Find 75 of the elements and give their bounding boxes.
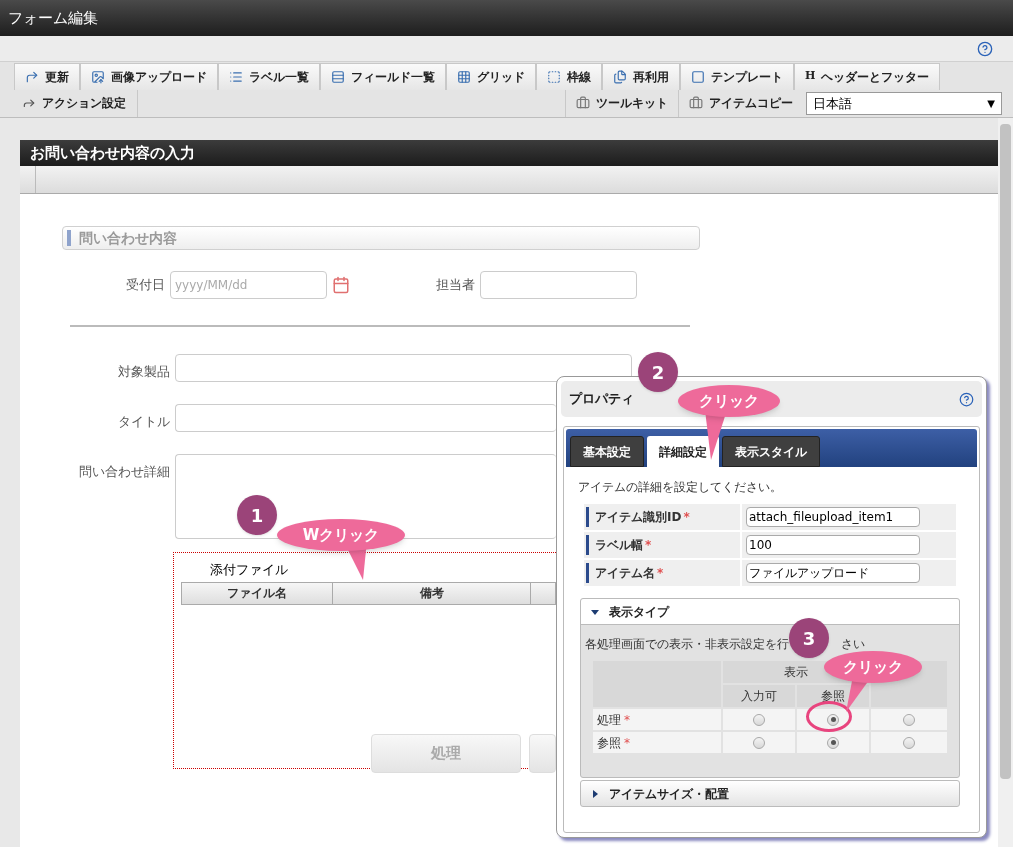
label-text: アイテム識別ID — [595, 509, 682, 526]
image-icon — [91, 69, 105, 84]
toolbar-button[interactable]: アイテムコピー — [678, 89, 803, 117]
radio-button[interactable] — [903, 713, 915, 726]
action-button[interactable] — [529, 734, 556, 773]
arrow-icon — [25, 69, 39, 84]
radio-button[interactable] — [753, 713, 765, 726]
toolbar-button[interactable]: テンプレート — [680, 62, 794, 90]
required-mark: * — [624, 734, 630, 752]
toolbar-button[interactable]: 再利用 — [602, 62, 680, 90]
list-icon — [229, 69, 243, 84]
radio-button[interactable] — [827, 736, 839, 749]
calendar-icon[interactable] — [332, 276, 350, 294]
column-header: 備考 — [333, 582, 531, 604]
property-field[interactable]: attach_fileupload_item1 — [746, 507, 920, 527]
text-field[interactable] — [175, 404, 556, 432]
column-header: 入力可 — [723, 685, 795, 707]
text-field[interactable] — [175, 354, 632, 382]
field-label: 対象製品 — [117, 363, 171, 381]
field-label: 受付日 — [125, 276, 166, 295]
scrollbar-thumb[interactable] — [1000, 124, 1011, 779]
property-field[interactable]: 100 — [746, 535, 920, 555]
toolbar-button[interactable]: グリッド — [446, 62, 536, 90]
panel-title: プロパティ — [569, 390, 634, 409]
briefcase-icon — [689, 96, 703, 111]
date-field[interactable]: yyyy/MM/dd — [170, 271, 327, 299]
dashed-square-icon — [547, 69, 561, 84]
toolbar-button[interactable]: 枠線 — [536, 62, 602, 90]
rows-icon — [331, 69, 345, 84]
assignee-field[interactable] — [480, 271, 637, 299]
description-text: アイテムの詳細を設定してください。 — [578, 479, 783, 496]
tab[interactable]: 詳細設定 — [647, 436, 719, 467]
toolbar-button[interactable]: H ヘッダーとフッター — [794, 62, 941, 90]
property-field[interactable]: ファイルアップロード — [746, 563, 920, 583]
row-label: 参照 — [597, 734, 621, 752]
language-select[interactable]: 日本語 ▼ — [806, 91, 1002, 115]
window-title: フォーム編集 — [8, 7, 98, 29]
section-title: 問い合わせ内容 — [79, 228, 177, 248]
accordion-title: アイテムサイズ・配置 — [609, 785, 729, 803]
toolbar-button[interactable]: 画像アップロード — [80, 62, 218, 90]
column-header: ファイル名 — [182, 582, 333, 604]
tab[interactable]: 基本設定 — [570, 436, 644, 467]
radio-button[interactable] — [827, 713, 839, 726]
description-text: さい — [841, 636, 865, 653]
header-glyph: H — [805, 68, 816, 85]
label-text: アイテム名 — [595, 565, 655, 582]
required-mark: * — [683, 509, 690, 526]
toolbar-button[interactable]: ラベル一覧 — [218, 62, 320, 90]
accordion-header[interactable]: アイテムサイズ・配置 — [580, 780, 960, 807]
row-label: 処理 — [597, 711, 621, 729]
field-label: 問い合わせ詳細 — [78, 463, 171, 481]
briefcase-icon — [576, 96, 590, 111]
accordion-title: 表示タイプ — [609, 603, 669, 621]
toolbar-button[interactable]: フィールド一覧 — [320, 62, 446, 90]
accordion-header[interactable]: 表示タイプ — [581, 599, 959, 625]
form-title: お問い合わせ内容の入力 — [30, 142, 195, 164]
files-icon — [613, 69, 627, 84]
radio-button[interactable] — [753, 736, 765, 749]
required-mark: * — [624, 711, 630, 729]
help-icon[interactable] — [959, 391, 974, 407]
field-label: タイトル — [117, 413, 171, 431]
toolbar-button[interactable]: ツールキット — [565, 89, 678, 117]
tab[interactable]: 表示スタイル — [722, 436, 820, 467]
required-mark: * — [645, 537, 652, 554]
square-icon — [691, 69, 705, 84]
toolbar-button[interactable]: 更新 — [14, 62, 80, 90]
help-icon[interactable] — [977, 40, 993, 57]
description-text: 各処理画面での表示・非表示設定を行 — [585, 636, 789, 653]
grid-icon — [457, 69, 471, 84]
field-label: 担当者 — [435, 276, 476, 295]
label-text: ラベル幅 — [595, 537, 643, 554]
toolbar-button[interactable]: アクション設定 — [14, 89, 138, 117]
attachment-title: 添付ファイル — [210, 561, 288, 579]
required-mark: * — [657, 565, 664, 582]
radio-button[interactable] — [903, 736, 915, 749]
